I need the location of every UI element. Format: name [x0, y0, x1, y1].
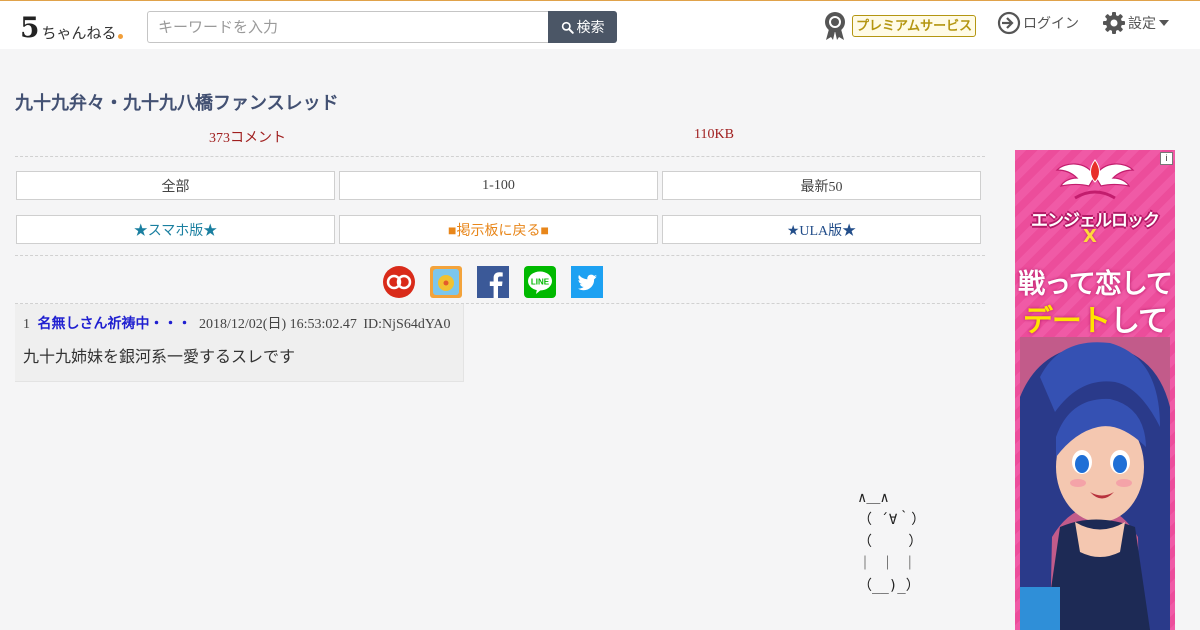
nav-range-button[interactable]: 1-100 — [339, 171, 658, 200]
logo-text: ちゃんねる — [41, 24, 117, 42]
sumatome-icon[interactable] — [383, 266, 415, 298]
post-date: 2018/12/02(日) 16:53:02.47 — [199, 317, 357, 332]
ascii-art: ∧＿∧ （ ´∀｀） （ ） ｜ ｜ ｜ （__)_） — [858, 490, 926, 594]
logo-five: 5 — [20, 11, 40, 44]
post-body: 九十九姉妹を銀河系一愛するスレです — [23, 347, 296, 366]
divider — [15, 255, 985, 256]
ula-version-link[interactable]: ★ULA版★ — [662, 215, 981, 244]
post-user-id[interactable]: ID:NjS64dYA0 — [363, 317, 450, 332]
ad-game-title-x: X — [1083, 226, 1097, 247]
settings-menu[interactable]: 設定 — [1102, 11, 1169, 35]
nav-all-button[interactable]: 全部 — [16, 171, 335, 200]
post-item: 1 名無しさん祈祷中・・・ 2018/12/02(日) 16:53:02.47 … — [15, 304, 464, 382]
header-bar: 5 ちゃんねる 検索 プレミアムサービス ログイン — [0, 1, 1200, 49]
thread-size: 110KB — [694, 127, 734, 142]
ad-info-icon[interactable]: i — [1160, 152, 1173, 165]
settings-label: 設定 — [1128, 16, 1156, 32]
comment-count: 373コメント — [209, 131, 286, 146]
post-number[interactable]: 1 — [23, 317, 30, 332]
search-button[interactable]: 検索 — [548, 11, 617, 43]
back-to-board-link[interactable]: ■掲示板に戻る■ — [339, 215, 658, 244]
nav-latest-button[interactable]: 最新50 — [662, 171, 981, 200]
ribbon-badge-icon — [825, 12, 845, 40]
divider — [15, 156, 985, 157]
logo-dot — [117, 34, 123, 39]
login-icon — [997, 11, 1021, 35]
smartphone-version-link[interactable]: ★スマホ版★ — [16, 215, 335, 244]
ad-character-illustration — [1020, 337, 1170, 630]
premium-label: プレミアムサービス — [852, 15, 977, 37]
search-icon — [561, 21, 574, 34]
ad-copy-rest: して — [1109, 304, 1168, 339]
line-icon[interactable]: LINE — [524, 266, 556, 298]
matome-icon[interactable] — [430, 266, 462, 298]
winged-emblem-icon — [1055, 159, 1135, 200]
gear-icon — [1103, 12, 1125, 34]
login-label: ログイン — [1023, 16, 1079, 32]
premium-service-link[interactable]: プレミアムサービス — [822, 11, 977, 41]
svg-text:LINE: LINE — [531, 278, 550, 287]
ad-copy-highlight: デート — [1022, 304, 1111, 339]
site-logo[interactable]: 5 ちゃんねる — [20, 9, 123, 43]
search-input[interactable] — [147, 11, 548, 43]
thread-title: 九十九弁々・九十九八橋ファンスレッド — [15, 93, 339, 114]
login-link[interactable]: ログイン — [997, 11, 1079, 35]
twitter-icon[interactable] — [571, 266, 603, 298]
post-author-name: 名無しさん祈祷中・・・ — [37, 316, 192, 332]
ad-copy-line2: デートして — [1015, 296, 1175, 340]
post-header: 1 名無しさん祈祷中・・・ 2018/12/02(日) 16:53:02.47 … — [23, 313, 451, 333]
advertisement-banner[interactable]: エンジェルロック X 戦って恋して デートして i — [1015, 150, 1175, 630]
facebook-icon[interactable] — [477, 266, 509, 298]
search-button-label: 検索 — [576, 19, 605, 35]
chevron-down-icon — [1159, 20, 1169, 26]
